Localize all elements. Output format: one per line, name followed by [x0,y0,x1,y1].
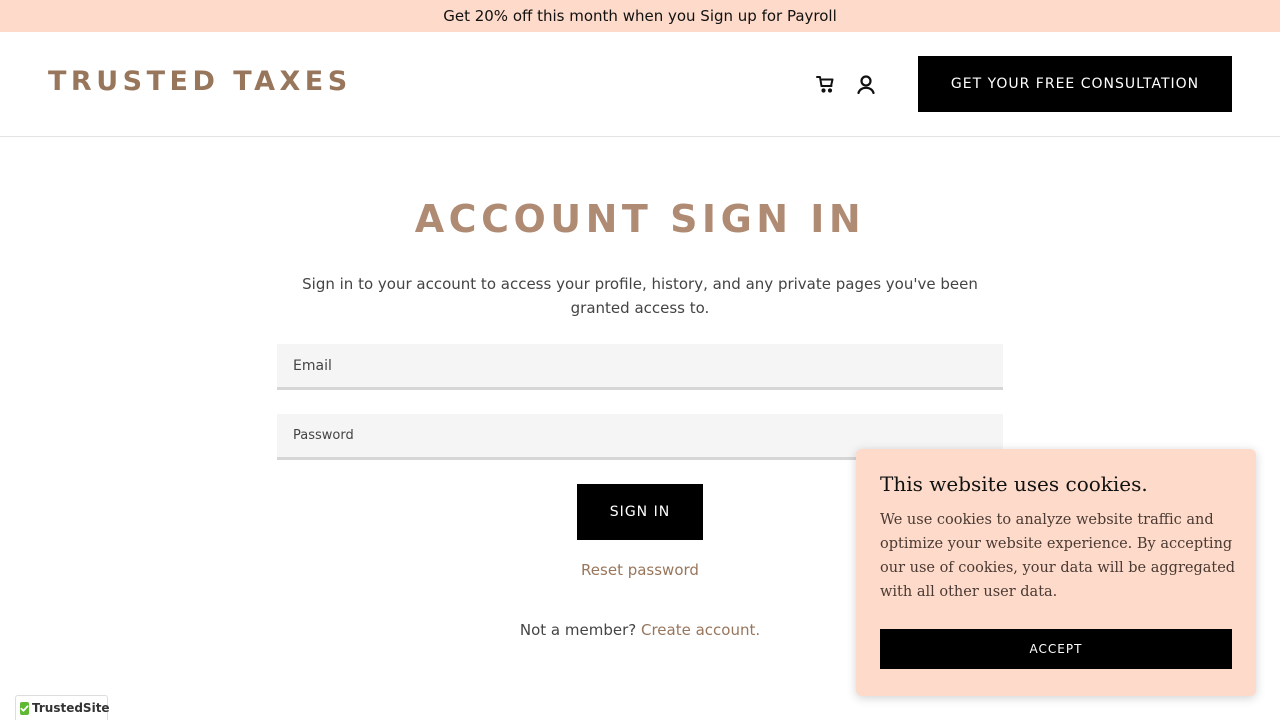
sign-in-button[interactable]: SIGN IN [577,484,703,540]
cookie-text: We use cookies to analyze website traffi… [880,512,1236,600]
trustedsite-label: TrustedSite [32,701,110,715]
reset-password-label[interactable]: Reset password [581,561,699,579]
trustedsite-badge[interactable]: TrustedSite [15,695,110,720]
sign-in-intro: Sign in to your account to access your p… [302,275,978,317]
site-logo[interactable]: TRUSTED TAXES [48,66,352,97]
create-account-link[interactable]: Create account. [641,621,760,639]
cookie-banner: This website uses cookies. We use cookie… [856,449,1256,696]
page-title: ACCOUNT SIGN IN [414,197,866,241]
free-consultation-button[interactable]: GET YOUR FREE CONSULTATION [918,56,1232,112]
email-field[interactable] [277,344,1003,390]
cart-icon[interactable] [814,72,838,96]
promo-bar[interactable]: Get 20% off this month when you Sign up … [0,0,1280,32]
user-icon[interactable] [854,72,878,96]
member-prefix: Not a member? [519,621,637,639]
accept-cookies-button[interactable]: ACCEPT [880,629,1232,669]
promo-text[interactable]: Get 20% off this month when you Sign up … [443,7,837,25]
check-icon [20,701,29,715]
cookie-title: This website uses cookies. [880,472,1148,496]
site-header: TRUSTED TAXES GET YOUR FREE CONSULTATION [0,32,1280,137]
